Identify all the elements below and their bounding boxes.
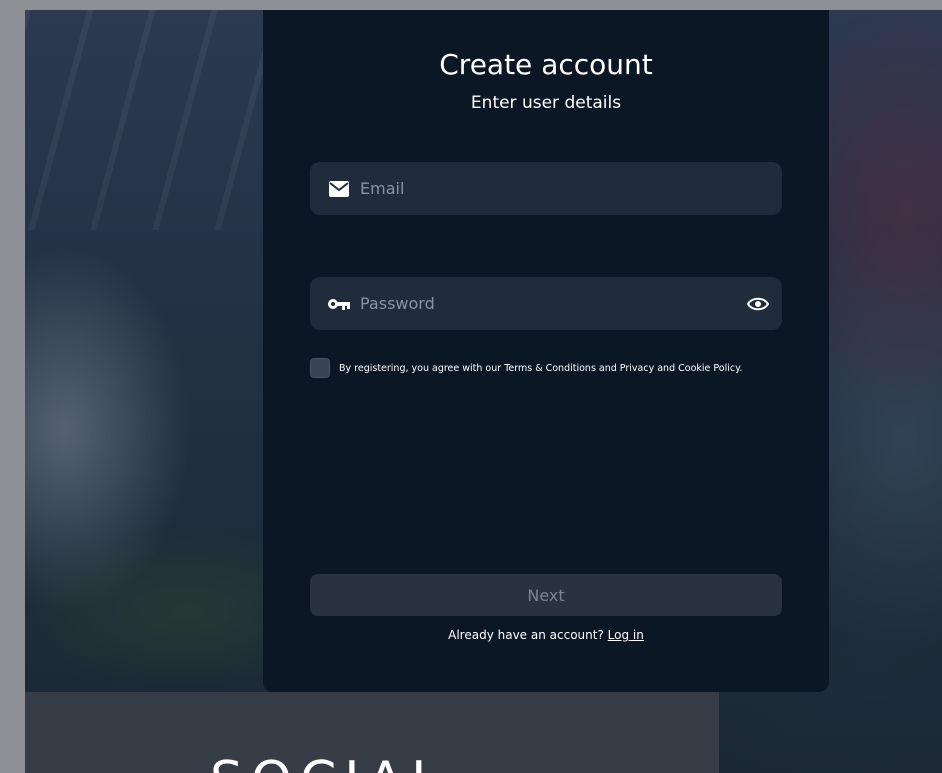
next-button[interactable]: Next (310, 574, 782, 616)
brand-text: SOCIAL (210, 755, 448, 773)
eye-icon[interactable] (746, 292, 770, 316)
password-field[interactable] (358, 293, 746, 314)
signup-card: Create account Enter user details Email … (263, 10, 829, 692)
page-title: Create account (439, 48, 653, 81)
terms-checkbox[interactable] (310, 358, 330, 378)
login-prompt: Already have an account? Log in (263, 628, 829, 642)
terms-text: By registering, you agree with our Terms… (339, 362, 743, 374)
mail-icon (328, 178, 350, 200)
background-stadium-detail (25, 10, 265, 230)
password-field-container[interactable] (310, 277, 782, 330)
email-field[interactable] (358, 178, 782, 199)
terms-agreement: By registering, you agree with our Terms… (310, 358, 742, 378)
login-prompt-text: Already have an account? (448, 628, 604, 642)
page-subtitle: Enter user details (470, 93, 622, 113)
login-link[interactable]: Log in (608, 628, 644, 642)
key-icon (328, 293, 350, 315)
email-field-container[interactable] (310, 162, 782, 215)
